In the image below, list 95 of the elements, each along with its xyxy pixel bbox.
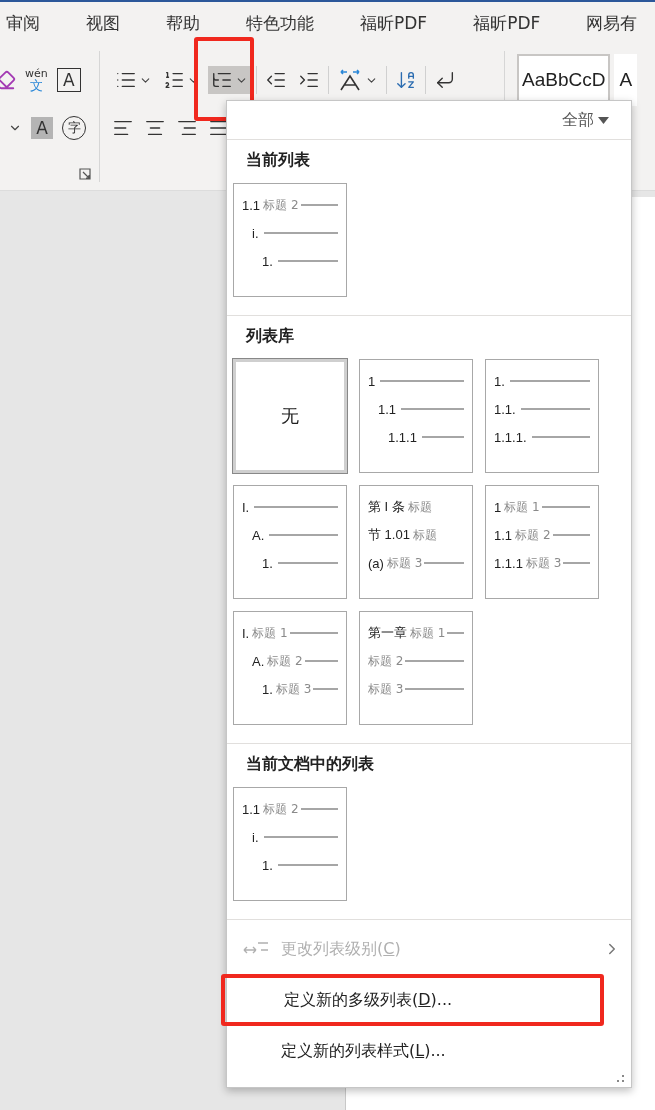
text-line [405, 660, 464, 662]
dialog-launcher-icon[interactable] [79, 168, 91, 180]
list-number: i. [252, 225, 259, 241]
text-line [277, 864, 338, 866]
text-line [531, 436, 590, 438]
ribbon-tab[interactable]: 视图 [86, 12, 120, 35]
asian-layout-icon [337, 68, 363, 92]
text-line [424, 562, 464, 564]
resize-grip-icon[interactable] [617, 1075, 625, 1083]
list-style-tile[interactable]: 无 [233, 359, 347, 473]
heading-label: 标题 3 [386, 554, 423, 572]
list-preview-tile[interactable]: I. 标题 1 A. 标题 2 1. 标题 3 [233, 611, 347, 725]
list-number: I. [242, 499, 250, 515]
text-line [552, 534, 590, 536]
multilevel-list-button[interactable] [208, 66, 251, 94]
text-line [300, 204, 338, 206]
list-number: 1 [494, 499, 502, 515]
section-title: 列表库 [244, 326, 295, 347]
list-preview-tile[interactable]: 1.1 标题 2 i. 1. [233, 183, 347, 297]
list-number: 1.1 [242, 801, 261, 817]
text-line [313, 688, 338, 690]
heading-label: 标题 3 [275, 680, 312, 698]
ribbon-tab[interactable]: 福昕PDF [473, 12, 541, 35]
list-preview-tile[interactable]: 1 1.1 1.1.1 [359, 359, 473, 473]
list-number: 1.1 [494, 527, 513, 543]
heading-label: 标题 3 [368, 680, 404, 698]
list-preview-tile[interactable]: 第一章 标题 1 标题 2 标题 3 [359, 611, 473, 725]
list-number: 1. [262, 857, 273, 873]
list-preview-tile[interactable]: 第 I 条 标题 节 1.01 标题 (a) 标题 3 [359, 485, 473, 599]
list-number: i. [252, 829, 259, 845]
eraser-icon[interactable] [0, 69, 16, 91]
list-number: 1.1 [378, 401, 397, 417]
text-line [447, 632, 464, 634]
heading-label: 标题 2 [263, 196, 299, 214]
style-preview[interactable]: A [614, 54, 638, 106]
text-line [269, 534, 338, 536]
text-line [405, 688, 464, 690]
list-preview-tile[interactable]: 1. 1.1. 1.1.1. [485, 359, 599, 473]
character-shading-button[interactable]: A [31, 117, 53, 139]
list-number: 1 [368, 373, 376, 389]
text-line [289, 632, 338, 634]
list-number: 1.1. [494, 401, 516, 417]
heading-label: 标题 2 [267, 652, 303, 670]
heading-label: 标题 2 [263, 800, 299, 818]
list-number: 节 1.01 [368, 526, 410, 544]
list-preview-tile[interactable]: 1.1 标题 2 i. 1. [233, 787, 347, 901]
text-line [304, 660, 338, 662]
list-preview-tile[interactable]: 1 标题 1 1.1 标题 2 1.1.1 标题 3 [485, 485, 599, 599]
list-number: 1. [262, 681, 273, 697]
heading-label: 标题 3 [525, 554, 562, 572]
section-title: 当前列表 [245, 150, 311, 171]
heading-label: 标题 [412, 526, 437, 544]
text-line [541, 506, 590, 508]
list-preview-tile[interactable]: I. A. 1. [233, 485, 347, 599]
text-line [421, 436, 464, 438]
sort-icon [395, 69, 417, 91]
ribbon-tab[interactable]: 帮助 [166, 12, 200, 35]
list-number: 1.1.1. [494, 429, 527, 445]
heading-label: 标题 1 [410, 624, 446, 642]
list-number: 1.1.1 [388, 429, 417, 445]
list-number: 第 I 条 [368, 498, 405, 516]
text-line [300, 808, 338, 810]
text-line [563, 562, 590, 564]
list-number: 1. [262, 555, 273, 571]
text-line [401, 408, 464, 410]
filter-dropdown[interactable]: 全部 [562, 109, 609, 131]
menu-item[interactable]: 定义新的多级列表(D)... [221, 974, 604, 1026]
character-border-button[interactable]: A [56, 68, 81, 92]
phonetic-guide-button[interactable]: wén 文 [25, 68, 48, 92]
ribbon-tab[interactable]: 特色功能 [246, 12, 314, 35]
menu-item[interactable]: 定义新的列表样式(L)... [227, 1030, 631, 1072]
list-number: I. [242, 625, 250, 641]
list-number: 第一章 [368, 624, 407, 642]
ribbon-tab[interactable]: 网易有 [586, 12, 638, 35]
heading-label: 标题 2 [515, 526, 551, 544]
dropdown-arrow-icon [598, 116, 609, 124]
ribbon-tab[interactable]: 福昕PDF [360, 12, 428, 35]
heading-label: 标题 2 [368, 652, 404, 670]
ribbon-tab[interactable]: 审阅 [6, 12, 40, 35]
list-number: A. [252, 527, 265, 543]
return-arrow-icon [434, 69, 456, 91]
list-number: 1. [262, 253, 273, 269]
list-number: 1.1.1 [494, 555, 523, 571]
list-number: 1. [494, 373, 505, 389]
text-line [520, 408, 590, 410]
text-line [277, 562, 338, 564]
heading-label: 标题 1 [504, 498, 540, 516]
list-number: (a) [368, 555, 384, 571]
section-title: 当前文档中的列表 [245, 754, 375, 775]
heading-label: 标题 1 [252, 624, 288, 642]
text-line [277, 260, 338, 262]
heading-label: 标题 [407, 498, 432, 516]
list-number: A. [252, 653, 265, 669]
numbered-list-icon [163, 69, 185, 91]
list-number: 1.1 [242, 197, 261, 213]
